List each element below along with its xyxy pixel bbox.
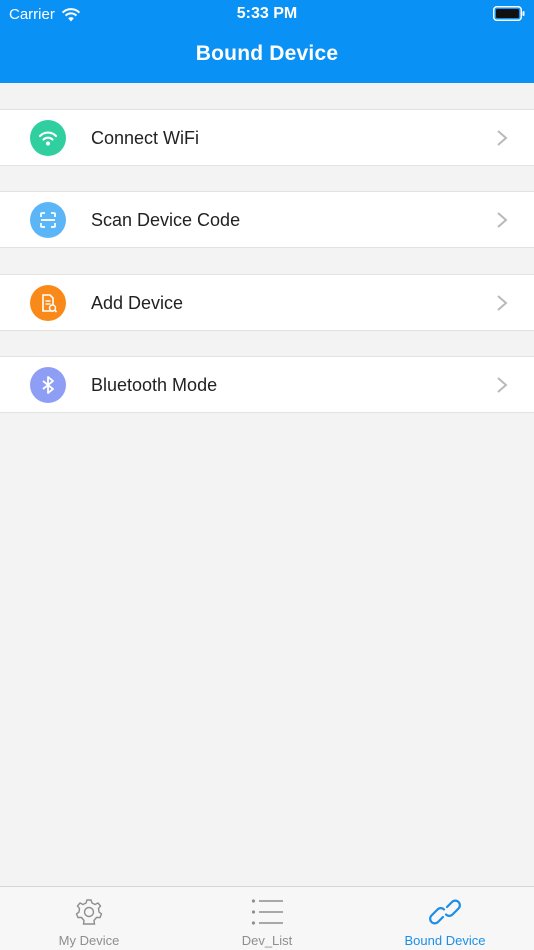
tab-label: My Device <box>58 933 120 948</box>
tab-label: Bound Device <box>404 933 486 948</box>
menu-item-bluetooth-mode[interactable]: Bluetooth Mode <box>0 356 534 413</box>
menu-item-label: Scan Device Code <box>91 210 241 230</box>
document-icon <box>30 285 66 321</box>
tab-bar: My Device Dev_List Bound Device <box>0 886 534 950</box>
tab-dev-list[interactable]: Dev_List <box>178 887 356 950</box>
clock: 5:33 PM <box>236 5 298 22</box>
page-title: Bound Device <box>195 42 339 65</box>
chevron-right-icon <box>497 377 508 393</box>
tab-bound-device[interactable]: Bound Device <box>356 887 534 950</box>
navigation-header: Carrier 5:33 PM Bound Device <box>0 0 534 83</box>
list-icon <box>251 899 283 925</box>
gear-icon <box>75 899 103 925</box>
chevron-right-icon <box>497 295 508 311</box>
menu-item-label: Connect WiFi <box>91 128 200 148</box>
link-icon <box>429 899 461 925</box>
bluetooth-icon <box>30 367 66 403</box>
menu-item-label: Bluetooth Mode <box>91 375 218 395</box>
tab-label: Dev_List <box>241 933 293 948</box>
chevron-right-icon <box>497 212 508 228</box>
menu-item-scan-device-code[interactable]: Scan Device Code <box>0 191 534 248</box>
menu-item-connect-wifi[interactable]: Connect WiFi <box>0 109 534 166</box>
wifi-icon <box>30 120 66 156</box>
tab-my-device[interactable]: My Device <box>0 887 178 950</box>
battery-icon <box>493 6 525 21</box>
status-bar: Carrier 5:33 PM <box>0 0 534 28</box>
chevron-right-icon <box>497 130 508 146</box>
scan-icon <box>30 202 66 238</box>
menu-item-add-device[interactable]: Add Device <box>0 274 534 331</box>
menu-item-label: Add Device <box>91 293 184 313</box>
